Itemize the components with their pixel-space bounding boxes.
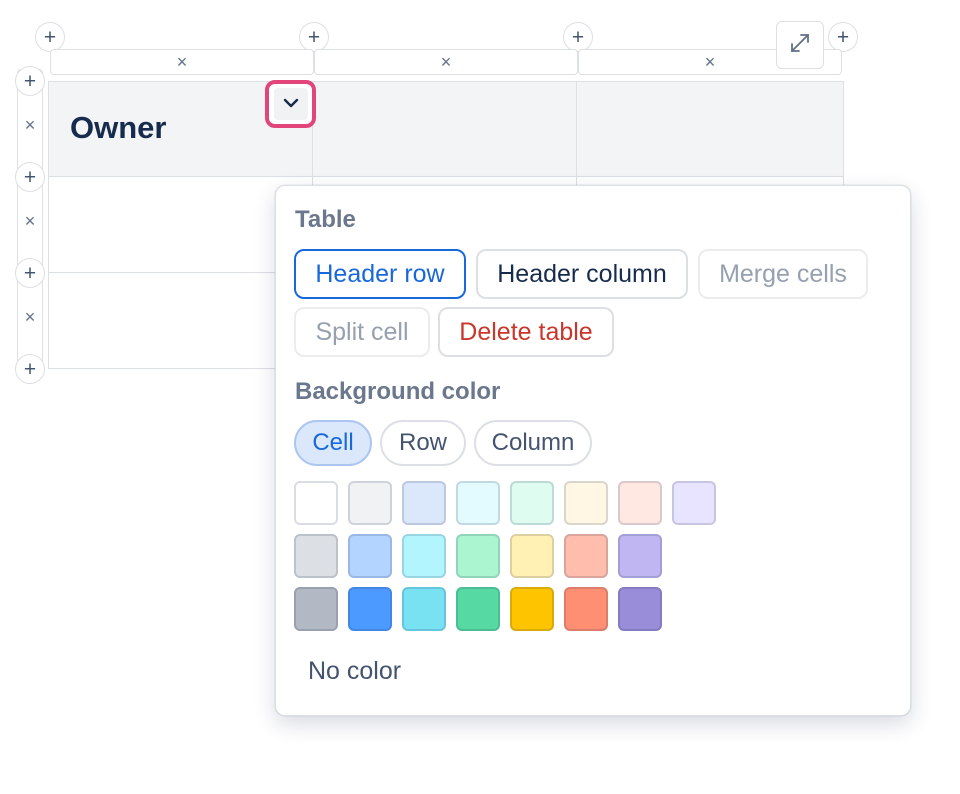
merge-cells-button[interactable]: Merge cells — [698, 249, 868, 299]
insert-row-button[interactable]: + — [15, 66, 45, 96]
table-cell[interactable] — [49, 177, 313, 273]
color-swatch[interactable] — [564, 587, 608, 631]
close-icon: × — [704, 51, 716, 72]
color-swatch[interactable] — [402, 481, 446, 525]
color-swatch[interactable] — [618, 481, 662, 525]
expand-icon — [788, 31, 812, 60]
insert-column-button[interactable]: + — [299, 22, 329, 52]
color-swatch[interactable] — [618, 587, 662, 631]
color-swatch[interactable] — [402, 534, 446, 578]
color-swatch[interactable] — [456, 587, 500, 631]
plus-icon: + — [836, 25, 850, 49]
header-column-button[interactable]: Header column — [476, 249, 688, 299]
table-cell[interactable] — [49, 273, 313, 368]
color-swatch[interactable] — [294, 534, 338, 578]
target-cell-button[interactable]: Cell — [294, 420, 372, 466]
delete-column-button[interactable]: × — [50, 49, 314, 75]
target-row-button[interactable]: Row — [380, 420, 466, 466]
color-swatch[interactable] — [294, 481, 338, 525]
delete-row-button[interactable]: × — [17, 105, 43, 145]
color-swatch[interactable] — [294, 587, 338, 631]
color-swatch[interactable] — [348, 587, 392, 631]
plus-icon: + — [571, 25, 585, 49]
color-swatch[interactable] — [456, 534, 500, 578]
close-icon: × — [24, 210, 36, 231]
table-section-title: Table — [295, 206, 356, 233]
color-swatch[interactable] — [510, 587, 554, 631]
color-swatch[interactable] — [348, 481, 392, 525]
delete-row-button[interactable]: × — [17, 297, 43, 337]
color-swatch[interactable] — [402, 587, 446, 631]
color-swatch[interactable] — [564, 481, 608, 525]
plus-icon: + — [23, 261, 37, 285]
color-swatch[interactable] — [618, 534, 662, 578]
close-icon: × — [24, 306, 36, 327]
insert-row-button[interactable]: + — [15, 354, 45, 384]
color-swatch[interactable] — [456, 481, 500, 525]
plus-icon: + — [43, 25, 57, 49]
color-swatch[interactable] — [510, 534, 554, 578]
no-color-button[interactable]: No color — [294, 644, 415, 698]
plus-icon: + — [23, 165, 37, 189]
chevron-down-icon — [283, 95, 299, 113]
cell-options-button[interactable] — [265, 80, 316, 128]
delete-column-button[interactable]: × — [314, 49, 578, 75]
cell-options-button-inner — [273, 88, 308, 120]
close-icon: × — [176, 51, 188, 72]
color-swatch[interactable] — [510, 481, 554, 525]
table-header-cell[interactable] — [577, 82, 843, 177]
target-column-button[interactable]: Column — [474, 420, 592, 466]
plus-icon: + — [23, 357, 37, 381]
color-swatch[interactable] — [564, 534, 608, 578]
delete-table-button[interactable]: Delete table — [438, 307, 614, 357]
split-cell-button[interactable]: Split cell — [294, 307, 430, 357]
table-options-popup: Table Header row Header column Merge cel… — [275, 185, 911, 716]
insert-column-button[interactable]: + — [35, 22, 65, 52]
header-cell-text: Owner — [70, 110, 167, 145]
expand-table-button[interactable] — [776, 21, 824, 69]
delete-row-button[interactable]: × — [17, 201, 43, 241]
color-swatch[interactable] — [348, 534, 392, 578]
close-icon: × — [24, 114, 36, 135]
insert-column-button[interactable]: + — [563, 22, 593, 52]
insert-row-button[interactable]: + — [15, 258, 45, 288]
header-row-button[interactable]: Header row — [294, 249, 466, 299]
insert-row-button[interactable]: + — [15, 162, 45, 192]
color-swatch[interactable] — [672, 481, 716, 525]
close-icon: × — [440, 51, 452, 72]
plus-icon: + — [307, 25, 321, 49]
background-color-title: Background color — [295, 378, 501, 405]
table-header-cell[interactable] — [313, 82, 577, 177]
plus-icon: + — [23, 69, 37, 93]
insert-column-button[interactable]: + — [828, 22, 858, 52]
